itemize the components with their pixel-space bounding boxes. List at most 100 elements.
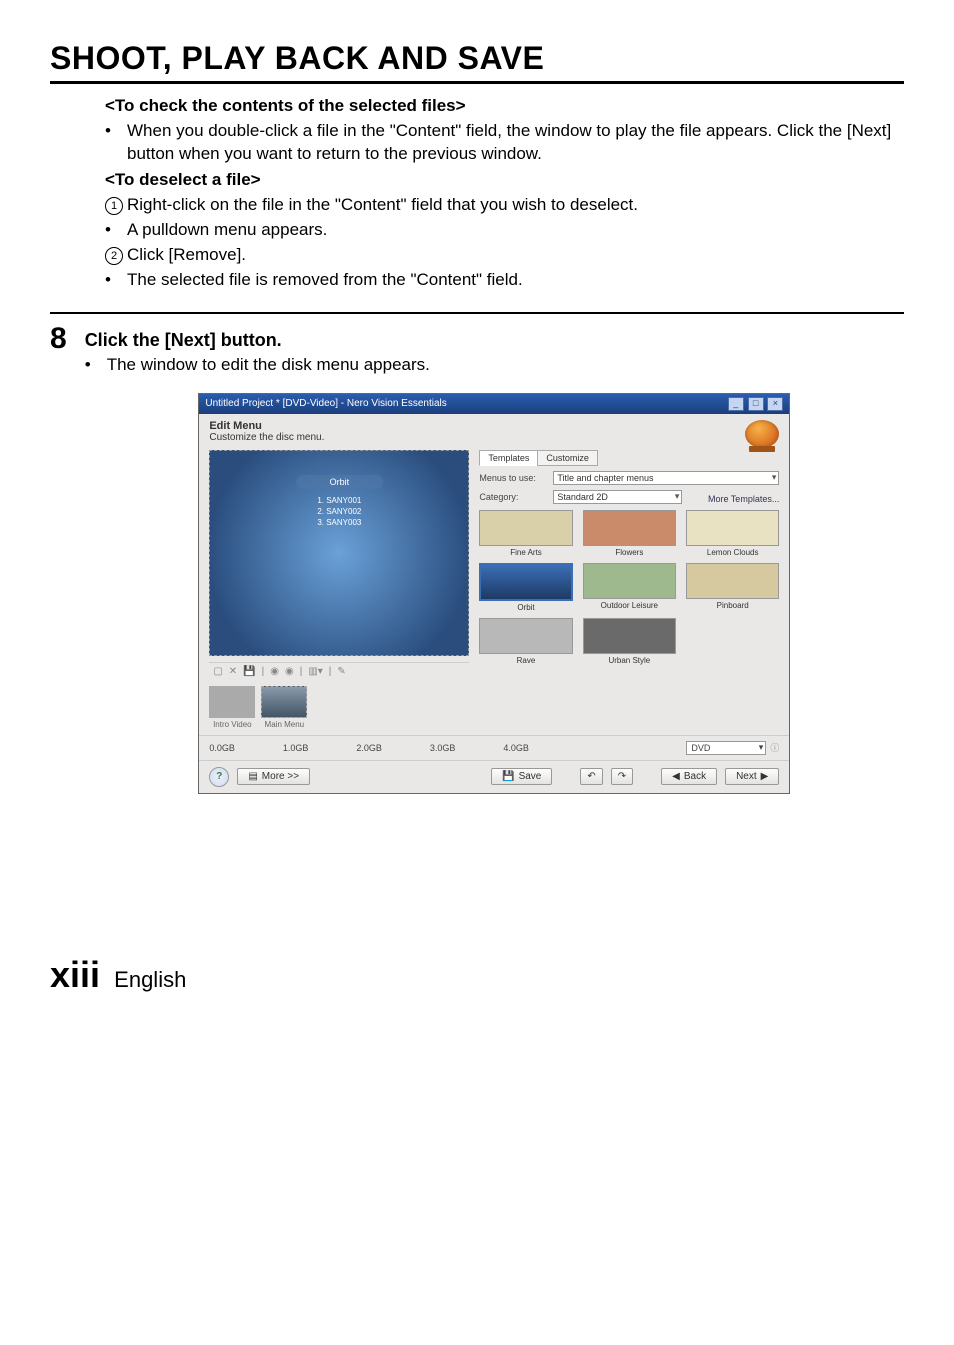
preview-item: 2. SANY002 — [317, 507, 361, 516]
tabs: Templates Customize — [479, 450, 779, 466]
thumb-intro[interactable]: Intro Video — [209, 686, 255, 729]
menus-to-use-select[interactable]: Title and chapter menus — [553, 471, 779, 485]
disc-type-select[interactable]: DVD — [686, 741, 766, 755]
edit-header: Edit Menu Customize the disc menu. — [199, 414, 789, 450]
template-orbit[interactable]: Orbit — [479, 563, 572, 612]
edit-menu-label: Edit Menu — [209, 420, 262, 432]
preview-toolbar: ▢ ✕ 💾 | ◉ ◉ | ▥▾ | ✎ — [209, 662, 469, 680]
bottom-bar: ? ▤ More >> 💾 Save ↶ ↷ ◀ Back — [199, 760, 789, 793]
template-lemon-clouds[interactable]: Lemon Clouds — [686, 510, 779, 557]
deselect-note-1: • A pulldown menu appears. — [105, 219, 904, 242]
close-icon[interactable]: × — [767, 397, 783, 411]
deselect-step-1: 1 Right-click on the file in the "Conten… — [105, 194, 904, 217]
bullet-dot-icon: • — [85, 355, 107, 375]
category-select[interactable]: Standard 2D — [553, 490, 682, 504]
more-icon: ▤ — [248, 771, 257, 782]
check-bullet: • When you double-click a file in the "C… — [105, 120, 904, 166]
more-button-label: More >> — [262, 771, 299, 782]
circled-1-icon: 1 — [105, 194, 127, 217]
scale-tick: 1.0GB — [283, 743, 309, 753]
template-label: Rave — [517, 656, 536, 665]
next-arrow-icon: ▶ — [761, 771, 769, 782]
template-outdoor-leisure[interactable]: Outdoor Leisure — [583, 563, 676, 612]
delete-icon[interactable]: ✕ — [229, 666, 237, 677]
template-pinboard[interactable]: Pinboard — [686, 563, 779, 612]
more-button[interactable]: ▤ More >> — [237, 768, 310, 785]
save-button[interactable]: 💾 Save — [491, 768, 552, 785]
page-title: SHOOT, PLAY BACK AND SAVE — [50, 40, 904, 77]
next-button[interactable]: Next ▶ — [725, 768, 779, 785]
maximize-icon[interactable]: □ — [748, 397, 764, 411]
template-rave[interactable]: Rave — [479, 618, 572, 665]
size-scale: 0.0GB 1.0GB 2.0GB 3.0GB 4.0GB — [209, 743, 529, 753]
scale-tick: 2.0GB — [356, 743, 382, 753]
thumb-main[interactable]: Main Menu — [261, 686, 307, 729]
help-button[interactable]: ? — [209, 767, 229, 787]
template-label: Urban Style — [608, 656, 650, 665]
nav-next-icon[interactable]: ◉ — [285, 666, 294, 677]
tab-templates[interactable]: Templates — [479, 450, 538, 466]
new-icon[interactable]: ▢ — [213, 666, 222, 677]
menus-to-use-row: Menus to use: Title and chapter menus — [479, 471, 779, 485]
window-titlebar: Untitled Project * [DVD-Video] - Nero Vi… — [199, 394, 789, 414]
save-icon[interactable]: 💾 — [243, 666, 255, 677]
scale-tick: 3.0GB — [430, 743, 456, 753]
thumb-intro-label: Intro Video — [213, 720, 252, 729]
preview-thumbs: Intro Video Main Menu — [209, 686, 469, 729]
preview-item: 1. SANY001 — [317, 496, 361, 505]
scale-tick: 4.0GB — [503, 743, 529, 753]
template-urban-style[interactable]: Urban Style — [583, 618, 676, 665]
preview-title: Orbit — [296, 475, 384, 489]
deselect-step-2-text: Click [Remove]. — [127, 244, 246, 267]
step-8: 8 Click the [Next] button. • The window … — [50, 324, 904, 794]
back-arrow-icon: ◀ — [672, 771, 680, 782]
scale-tick: 0.0GB — [209, 743, 235, 753]
thumb-main-label: Main Menu — [265, 720, 305, 729]
tool-icon[interactable]: ✎ — [337, 666, 345, 677]
page-number-roman: xiii — [50, 954, 100, 995]
menus-to-use-label: Menus to use: — [479, 473, 547, 483]
template-label: Fine Arts — [510, 548, 542, 557]
save-button-label: Save — [519, 771, 542, 782]
minimize-icon[interactable]: _ — [728, 397, 744, 411]
right-panel: Templates Customize Menus to use: Title … — [479, 450, 779, 729]
deselect-step-1-text: Right-click on the file in the "Content"… — [127, 194, 638, 217]
more-templates-link[interactable]: More Templates... — [708, 494, 779, 504]
category-label: Category: — [479, 492, 547, 502]
undo-button[interactable]: ↶ — [580, 768, 602, 785]
workarea: Orbit 1. SANY001 2. SANY002 3. SANY003 ▢… — [199, 450, 789, 735]
step-8-note-text: The window to edit the disk menu appears… — [107, 355, 430, 375]
template-grid: Fine Arts Flowers Lemon Clouds Orbit Out… — [479, 510, 779, 665]
save-disk-icon: 💾 — [502, 771, 514, 782]
step-8-note: • The window to edit the disk menu appea… — [85, 355, 904, 375]
page-footer: xiii English — [50, 954, 904, 996]
title-rule — [50, 81, 904, 84]
instruction-section: <To check the contents of the selected f… — [50, 96, 904, 292]
bullet-dot-icon: • — [105, 120, 127, 166]
menu-preview: Orbit 1. SANY001 2. SANY002 3. SANY003 — [209, 450, 469, 656]
size-bar: 0.0GB 1.0GB 2.0GB 3.0GB 4.0GB DVD ⓘ — [199, 735, 789, 760]
template-label: Outdoor Leisure — [601, 601, 658, 610]
template-fine-arts[interactable]: Fine Arts — [479, 510, 572, 557]
window-title-text: Untitled Project * [DVD-Video] - Nero Vi… — [205, 398, 446, 409]
edit-menu-sub: Customize the disc menu. — [209, 432, 324, 443]
disc-info-icon[interactable]: ⓘ — [770, 741, 779, 754]
deselect-heading: <To deselect a file> — [105, 170, 904, 190]
layout-icon[interactable]: ▥▾ — [308, 666, 322, 677]
tab-customize[interactable]: Customize — [537, 450, 598, 466]
nero-window: Untitled Project * [DVD-Video] - Nero Vi… — [198, 393, 790, 794]
deselect-note-2-text: The selected file is removed from the "C… — [127, 269, 523, 292]
step-8-instruction: Click the [Next] button. — [85, 330, 904, 351]
check-bullet-text: When you double-click a file in the "Con… — [127, 120, 904, 166]
template-label: Pinboard — [717, 601, 749, 610]
preview-column: Orbit 1. SANY001 2. SANY002 3. SANY003 ▢… — [209, 450, 469, 729]
back-button[interactable]: ◀ Back — [661, 768, 717, 785]
step-rule — [50, 312, 904, 314]
category-row: Category: Standard 2D More Templates... — [479, 490, 779, 504]
nav-prev-icon[interactable]: ◉ — [270, 666, 279, 677]
redo-button[interactable]: ↷ — [611, 768, 633, 785]
template-label: Flowers — [615, 548, 643, 557]
nero-logo-icon — [745, 420, 779, 448]
template-label: Lemon Clouds — [707, 548, 759, 557]
template-flowers[interactable]: Flowers — [583, 510, 676, 557]
